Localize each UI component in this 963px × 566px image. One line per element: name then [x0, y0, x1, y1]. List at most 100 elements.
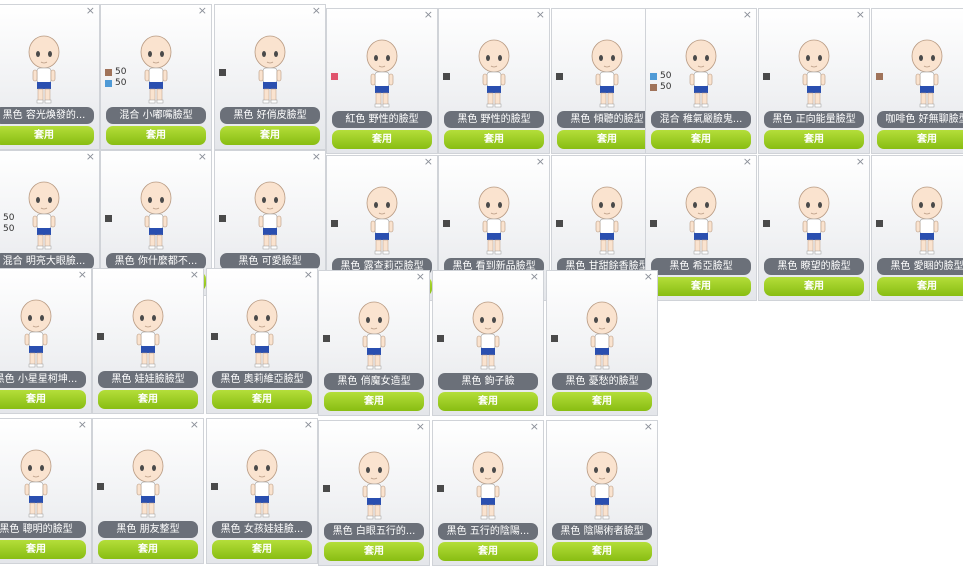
apply-button[interactable]: 套用: [0, 126, 94, 145]
color-swatches: [876, 218, 886, 229]
face-card: ×黑色 愛睏的臉型套用: [871, 155, 963, 301]
color-swatches: [323, 483, 333, 494]
color-swatch: [211, 481, 221, 492]
apply-button[interactable]: 套用: [324, 392, 424, 411]
apply-button[interactable]: 套用: [324, 542, 424, 561]
face-name-label: 黑色 朋友整型: [98, 521, 198, 538]
close-icon[interactable]: ×: [856, 9, 865, 21]
face-name-label: 黑色 野性的臉型: [444, 111, 544, 128]
close-icon[interactable]: ×: [644, 421, 653, 433]
face-card: × 黑色 五行的陰陽... 套用: [432, 420, 544, 566]
color-swatch: 50: [0, 224, 14, 235]
color-swatch: 50: [105, 78, 126, 89]
apply-button[interactable]: 套用: [212, 390, 312, 409]
apply-button[interactable]: 套用: [0, 540, 86, 559]
face-name-label: 黑色 憂愁的臉型: [552, 373, 652, 390]
face-style-grid: × 黑色 容光煥發的... 套用 × 50 50 混合 小嘟嘴臉型 套用 × 黑色 好俏皮臉型 套用…: [0, 0, 963, 566]
face-card: × 紅色 野性的臉型 套用: [326, 8, 438, 154]
face-name-label: 咖啡色 好無聊臉型: [877, 111, 963, 128]
color-swatch: [211, 331, 221, 342]
color-swatch: [323, 333, 333, 344]
character-avatar-icon: [474, 37, 514, 111]
color-swatch: [556, 71, 566, 82]
color-swatches: [219, 213, 229, 224]
character-avatar-icon: [128, 297, 168, 371]
apply-button[interactable]: 套用: [651, 277, 751, 296]
swatch-color-box: [443, 220, 450, 227]
character-avatar-icon: [136, 33, 176, 107]
color-swatches: [211, 331, 221, 342]
close-icon[interactable]: ×: [304, 419, 313, 431]
close-icon[interactable]: ×: [86, 5, 95, 17]
face-name-label: 黑色 聰明的臉型: [0, 521, 86, 538]
face-card: × 50 50 混合 小嘟嘴臉型 套用: [100, 4, 212, 150]
close-icon[interactable]: ×: [78, 419, 87, 431]
face-name-label: 黑色 白眼五行的...: [324, 523, 424, 540]
close-icon[interactable]: ×: [530, 271, 539, 283]
color-swatch: [331, 71, 341, 82]
swatch-percentage: 50: [3, 224, 15, 234]
close-icon[interactable]: ×: [856, 156, 865, 168]
close-icon[interactable]: ×: [304, 269, 313, 281]
color-swatches: [331, 218, 341, 229]
close-icon[interactable]: ×: [190, 269, 199, 281]
swatch-percentage: 50: [115, 78, 127, 88]
apply-button[interactable]: 套用: [444, 130, 544, 149]
color-swatch: [97, 481, 107, 492]
close-icon[interactable]: ×: [536, 156, 545, 168]
apply-button[interactable]: 套用: [106, 126, 206, 145]
close-icon[interactable]: ×: [530, 421, 539, 433]
close-icon[interactable]: ×: [416, 271, 425, 283]
close-icon[interactable]: ×: [86, 151, 95, 163]
apply-button[interactable]: 套用: [877, 277, 963, 296]
face-card: × 黑色 希亞臉型 套用: [645, 155, 757, 301]
close-icon[interactable]: ×: [190, 419, 199, 431]
face-card: × 黑色 野性的臉型 套用: [438, 8, 550, 154]
close-icon[interactable]: ×: [424, 9, 433, 21]
apply-button[interactable]: 套用: [220, 126, 320, 145]
close-icon[interactable]: ×: [743, 9, 752, 21]
face-name-label: 黑色 好俏皮臉型: [220, 107, 320, 124]
swatch-color-box: [97, 333, 104, 340]
swatch-color-box: [650, 84, 657, 91]
close-icon[interactable]: ×: [424, 156, 433, 168]
apply-button[interactable]: 套用: [651, 130, 751, 149]
face-name-label: 黑色 奧莉維亞臉型: [212, 371, 312, 388]
color-swatch: [556, 218, 566, 229]
close-icon[interactable]: ×: [644, 271, 653, 283]
apply-button[interactable]: 套用: [764, 277, 864, 296]
swatch-color-box: [219, 69, 226, 76]
close-icon[interactable]: ×: [312, 151, 321, 163]
close-icon[interactable]: ×: [416, 421, 425, 433]
close-icon[interactable]: ×: [536, 9, 545, 21]
close-icon[interactable]: ×: [198, 5, 207, 17]
color-swatches: [443, 71, 453, 82]
apply-button[interactable]: 套用: [98, 540, 198, 559]
apply-button[interactable]: 套用: [552, 392, 652, 411]
character-avatar-icon: [24, 179, 64, 253]
close-icon[interactable]: ×: [743, 156, 752, 168]
apply-button[interactable]: 套用: [438, 542, 538, 561]
close-icon[interactable]: ×: [198, 151, 207, 163]
character-avatar-icon: [354, 299, 394, 373]
apply-button[interactable]: 套用: [557, 130, 657, 149]
character-avatar-icon: [362, 184, 402, 258]
character-avatar-icon: [250, 33, 290, 107]
color-swatch: [876, 71, 886, 82]
apply-button[interactable]: 套用: [212, 540, 312, 559]
apply-button[interactable]: 套用: [552, 542, 652, 561]
apply-button[interactable]: 套用: [877, 130, 963, 149]
apply-button[interactable]: 套用: [764, 130, 864, 149]
close-icon[interactable]: ×: [78, 269, 87, 281]
color-swatches: [763, 218, 773, 229]
close-icon[interactable]: ×: [312, 5, 321, 17]
face-card: × 黑色 瞭望的臉型 套用: [758, 155, 870, 301]
apply-button[interactable]: 套用: [438, 392, 538, 411]
apply-button[interactable]: 套用: [0, 390, 86, 409]
color-swatch: [105, 213, 115, 224]
face-name-label: 黑色 瞭望的臉型: [764, 258, 864, 275]
face-name-label: 紅色 野性的臉型: [332, 111, 432, 128]
apply-button[interactable]: 套用: [98, 390, 198, 409]
color-swatch: 50: [650, 82, 671, 93]
apply-button[interactable]: 套用: [332, 130, 432, 149]
